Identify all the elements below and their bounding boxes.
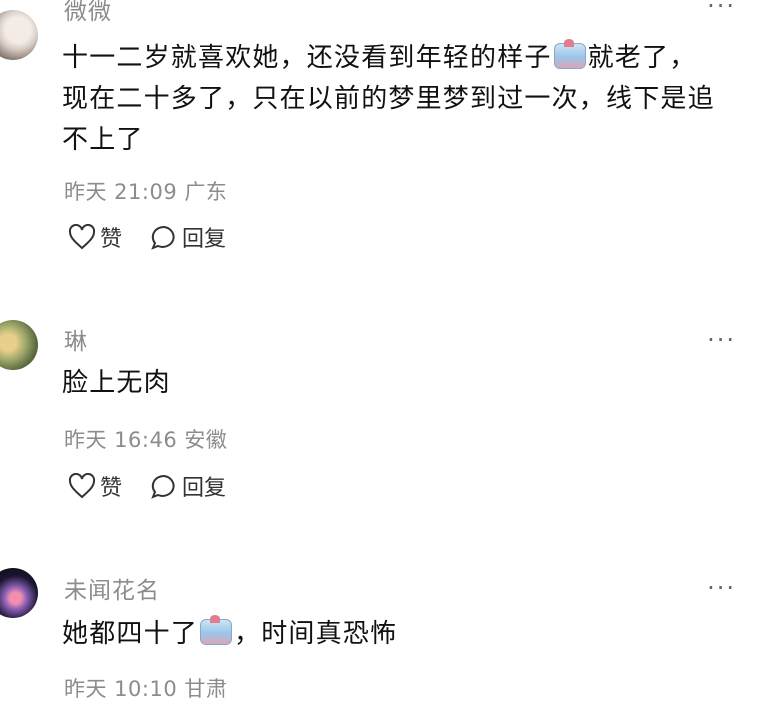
comment-time: 昨天 10:10	[64, 677, 178, 701]
comment-actions: 赞 回复	[68, 471, 254, 501]
speech-bubble-icon	[151, 225, 175, 250]
avatar[interactable]	[0, 568, 38, 618]
like-button[interactable]: 赞	[68, 470, 122, 502]
comment-author[interactable]: 琳	[64, 322, 88, 356]
heart-outline-icon	[68, 224, 96, 250]
comment-location: 安徽	[184, 428, 228, 452]
speech-bubble-icon	[151, 474, 175, 499]
more-dots-icon[interactable]: ···	[707, 326, 736, 354]
comment-meta: 昨天 21:09 广东	[64, 176, 227, 206]
comment-actions: 赞 回复	[68, 222, 254, 252]
comment-text: 她都四十了 ，时间真恐怖	[62, 615, 398, 649]
more-dots-icon[interactable]: ···	[707, 0, 736, 20]
reply-button[interactable]: 回复	[150, 470, 226, 502]
comment-time: 昨天 21:09	[64, 180, 178, 204]
heart-outline-icon	[68, 473, 96, 499]
more-dots-icon[interactable]: ···	[707, 574, 736, 602]
comment-author[interactable]: 未闻花名	[64, 571, 160, 605]
sticker-emoji-icon	[200, 615, 233, 645]
like-button[interactable]: 赞	[68, 221, 122, 253]
comment-time: 昨天 16:46	[64, 428, 178, 452]
comment-location: 甘肃	[184, 677, 228, 701]
comment-meta: 昨天 10:10 甘肃	[64, 673, 227, 703]
comment-text: 脸上无肉	[62, 368, 171, 398]
comment-text: 十一二岁就喜欢她，还没看到年轻的样子 就老了， 现在二十多了，只在以前的梦里梦到过…	[62, 39, 715, 155]
comment-author[interactable]: 微微	[64, 0, 112, 26]
comment-location: 广东	[184, 180, 228, 204]
comment-meta: 昨天 16:46 安徽	[64, 424, 227, 454]
reply-button[interactable]: 回复	[150, 221, 226, 253]
avatar[interactable]	[0, 320, 38, 370]
sticker-emoji-icon	[553, 39, 586, 69]
avatar[interactable]	[0, 10, 38, 60]
